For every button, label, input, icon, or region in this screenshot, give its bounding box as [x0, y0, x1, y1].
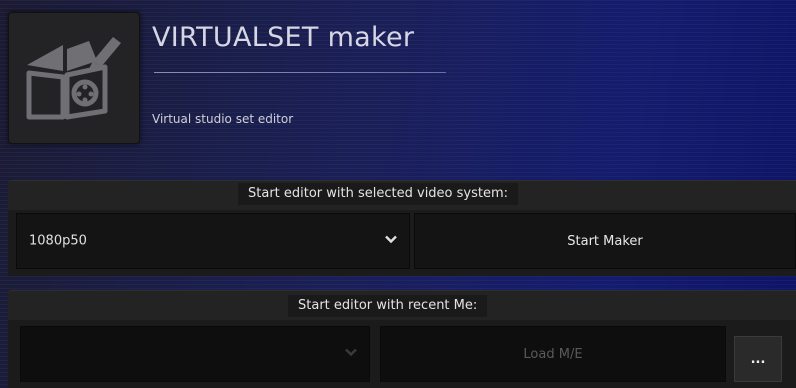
- app-logo: [8, 12, 140, 144]
- load-me-button[interactable]: Load M/E: [380, 326, 726, 382]
- recent-me-section-header: Start editor with recent Me:: [8, 290, 796, 324]
- video-system-value: 1080p50: [29, 233, 87, 249]
- chevron-down-icon: [345, 347, 357, 362]
- browse-more-button[interactable]: ...: [734, 336, 782, 382]
- video-system-panel: 1080p50 Start Maker: [8, 210, 796, 276]
- start-maker-button[interactable]: Start Maker: [414, 213, 796, 269]
- recent-me-select[interactable]: [20, 326, 370, 382]
- recent-me-label: Start editor with recent Me:: [288, 295, 488, 317]
- video-system-label: Start editor with selected video system:: [238, 183, 519, 205]
- virtual-set-book-pencil-icon: [26, 37, 121, 120]
- app-title: VIRTUALSET maker: [152, 22, 415, 53]
- title-divider: [154, 72, 446, 73]
- chevron-down-icon: [385, 234, 397, 249]
- video-system-select[interactable]: 1080p50: [16, 213, 410, 269]
- recent-me-panel: Load M/E ...: [8, 320, 796, 388]
- app-subtitle: Virtual studio set editor: [152, 112, 294, 126]
- video-system-section-header: Start editor with selected video system:: [8, 180, 796, 214]
